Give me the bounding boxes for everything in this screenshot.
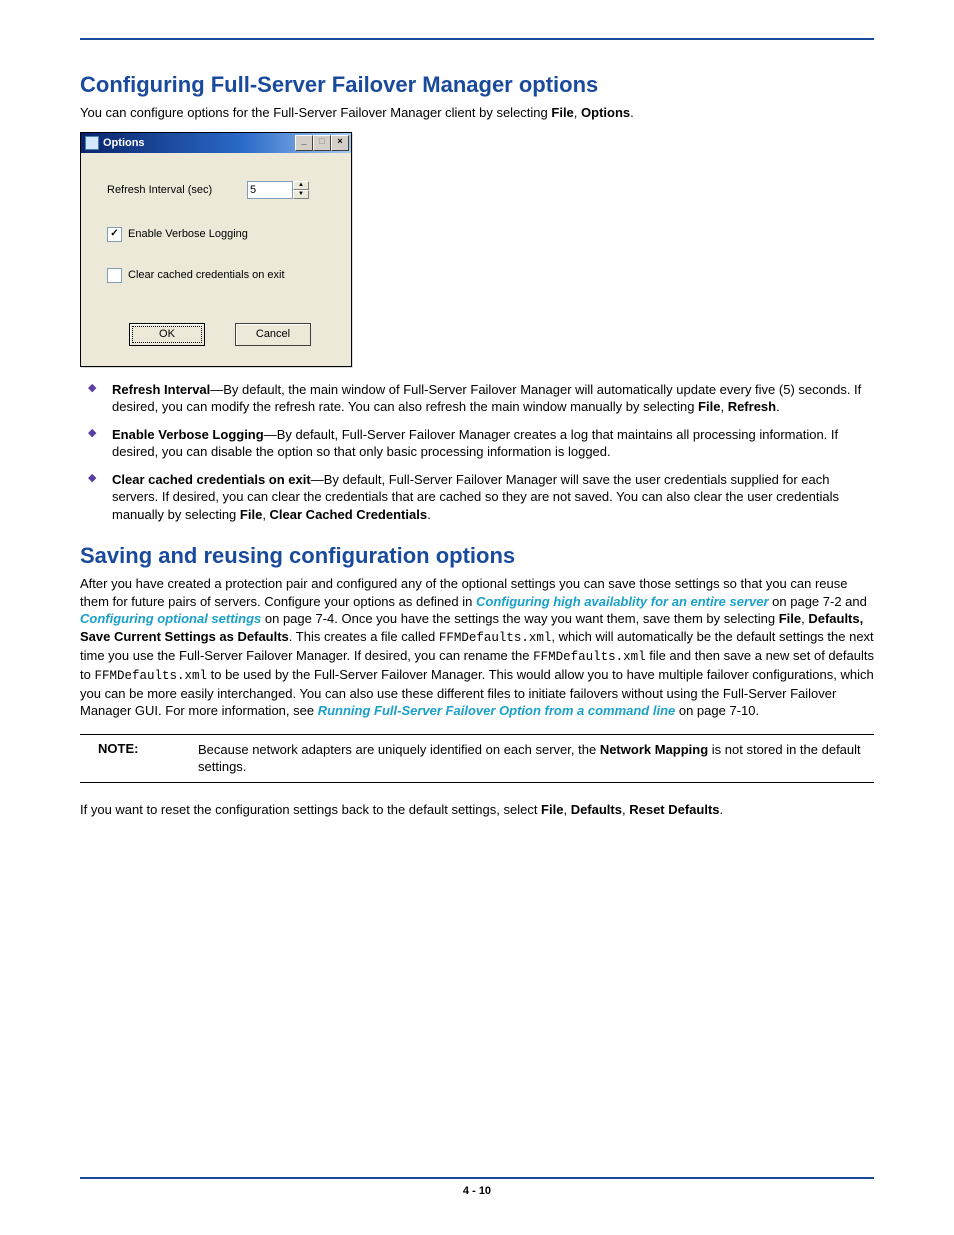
list-item: Refresh Interval—By default, the main wi… xyxy=(80,381,874,416)
dash: — xyxy=(311,472,324,487)
spinner-up-icon[interactable]: ▲ xyxy=(293,181,309,190)
heading-configuring: Configuring Full-Server Failover Manager… xyxy=(80,72,874,98)
code: FFMDefaults.xml xyxy=(533,650,646,664)
maximize-button[interactable]: □ xyxy=(313,135,331,151)
term: Clear cached credentials on exit xyxy=(112,472,311,487)
link-running-cli[interactable]: Running Full-Server Failover Option from… xyxy=(318,703,676,718)
bold: Defaults xyxy=(571,802,622,817)
bold: File xyxy=(779,611,801,626)
options-dialog: Options _ □ × Refresh Interval (sec) ▲ ▼ xyxy=(80,132,352,367)
top-rule xyxy=(80,38,874,40)
code: FFMDefaults.xml xyxy=(94,669,207,683)
minimize-button[interactable]: _ xyxy=(295,135,313,151)
link-configuring-optional[interactable]: Configuring optional settings xyxy=(80,611,261,626)
refresh-interval-spinner[interactable]: ▲ ▼ xyxy=(247,181,309,199)
text: . This creates a file called xyxy=(289,629,439,644)
clear-credentials-checkbox[interactable] xyxy=(107,268,122,283)
text: , xyxy=(574,105,581,120)
note-box: NOTE: Because network adapters are uniqu… xyxy=(80,734,874,783)
text: on page 7-2 and xyxy=(769,594,867,609)
dash: — xyxy=(210,382,223,397)
bold: Reset Defaults xyxy=(629,802,719,817)
heading-saving: Saving and reusing configuration options xyxy=(80,543,874,569)
bold: Clear Cached Credentials xyxy=(270,507,428,522)
text: on page 7-4. Once you have the settings … xyxy=(261,611,778,626)
note-label: NOTE: xyxy=(80,741,198,776)
intro-paragraph-1: You can configure options for the Full-S… xyxy=(80,104,874,122)
text: , xyxy=(720,399,727,414)
window-buttons: _ □ × xyxy=(295,135,349,151)
text: . xyxy=(776,399,780,414)
text: . xyxy=(720,802,724,817)
term: Refresh Interval xyxy=(112,382,210,397)
close-button[interactable]: × xyxy=(331,135,349,151)
code: FFMDefaults.xml xyxy=(439,631,552,645)
bold: File xyxy=(551,105,573,120)
reset-paragraph: If you want to reset the configuration s… xyxy=(80,801,874,819)
bold: Options xyxy=(581,105,630,120)
text: Because network adapters are uniquely id… xyxy=(198,742,600,757)
note-body: Because network adapters are uniquely id… xyxy=(198,741,874,776)
bold: File xyxy=(698,399,720,414)
window-title: Options xyxy=(103,137,145,149)
term: Enable Verbose Logging xyxy=(112,427,264,442)
clear-credentials-label: Clear cached credentials on exit xyxy=(128,269,285,281)
bold: File xyxy=(240,507,262,522)
text: on page 7-10. xyxy=(675,703,759,718)
spinner-down-icon[interactable]: ▼ xyxy=(293,190,309,199)
bold: Network Mapping xyxy=(600,742,708,757)
list-item: Enable Verbose Logging—By default, Full-… xyxy=(80,426,874,461)
dash: — xyxy=(264,427,277,442)
text: . xyxy=(630,105,634,120)
verbose-logging-label: Enable Verbose Logging xyxy=(128,228,248,240)
cancel-button[interactable]: Cancel xyxy=(235,323,311,346)
text: , xyxy=(563,802,570,817)
saving-paragraph: After you have created a protection pair… xyxy=(80,575,874,719)
list-item: Clear cached credentials on exit—By defa… xyxy=(80,471,874,524)
bold: Refresh xyxy=(728,399,776,414)
link-configuring-ha[interactable]: Configuring high availablity for an enti… xyxy=(476,594,769,609)
page-footer: 4 - 10 xyxy=(80,1177,874,1197)
text: If you want to reset the configuration s… xyxy=(80,802,541,817)
text: . xyxy=(427,507,431,522)
refresh-interval-label: Refresh Interval (sec) xyxy=(107,184,247,196)
bold: File xyxy=(541,802,563,817)
text: You can configure options for the Full-S… xyxy=(80,105,551,120)
verbose-logging-checkbox[interactable] xyxy=(107,227,122,242)
options-list: Refresh Interval—By default, the main wi… xyxy=(80,381,874,524)
refresh-interval-input[interactable] xyxy=(247,181,293,199)
app-icon xyxy=(85,136,99,150)
text: , xyxy=(262,507,269,522)
ok-button[interactable]: OK xyxy=(129,323,205,346)
titlebar: Options _ □ × xyxy=(81,133,351,153)
